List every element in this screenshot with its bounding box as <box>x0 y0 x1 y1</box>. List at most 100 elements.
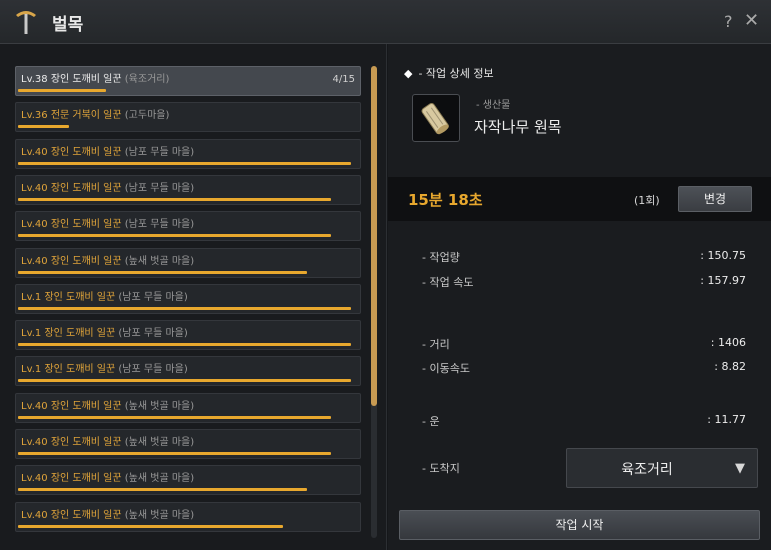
worker-label: Lv.36 전문 거북이 일꾼 (고두마을) <box>21 106 169 121</box>
progress-bar <box>18 416 331 419</box>
worker-level: Lv.40 <box>21 473 48 484</box>
worker-location: (높새 벗골 마을) <box>124 473 195 484</box>
worker-location: (남포 무들 마을) <box>118 328 188 339</box>
destination-label: - 도착지 <box>422 462 460 475</box>
worker-name: 장인 도깨비 일꾼 <box>50 147 122 158</box>
destination-value: 육조거리 <box>621 462 673 478</box>
worker-list-item[interactable]: Lv.40 장인 도깨비 일꾼 (남포 무들 마을) <box>15 139 361 169</box>
chevron-down-icon: ▼ <box>735 461 745 476</box>
worker-label: Lv.1 장인 도깨비 일꾼 (남포 무들 마을) <box>21 360 188 375</box>
worker-level: Lv.40 <box>21 219 48 230</box>
worker-name: 장인 도깨비 일꾼 <box>44 292 116 303</box>
worker-level: Lv.36 <box>21 110 48 121</box>
worker-list-item[interactable]: Lv.40 장인 도깨비 일꾼 (높새 벗골 마을) <box>15 465 361 495</box>
worker-list-item[interactable]: Lv.40 장인 도깨비 일꾼 (높새 벗골 마을) <box>15 429 361 459</box>
worker-label: Lv.1 장인 도깨비 일꾼 (남포 무들 마을) <box>21 288 188 303</box>
stat-label-work-speed: - 작업 속도 <box>422 276 474 289</box>
worker-level: Lv.40 <box>21 437 48 448</box>
worker-level: Lv.40 <box>21 183 48 194</box>
log-icon <box>412 94 460 142</box>
worker-list-item[interactable]: Lv.40 장인 도깨비 일꾼 (높새 벗골 마을) <box>15 502 361 532</box>
stat-value-workload: : 150.75 <box>700 249 746 262</box>
worker-list-item[interactable]: Lv.1 장인 도깨비 일꾼 (남포 무들 마을) <box>15 320 361 350</box>
worker-level: Lv.40 <box>21 401 48 412</box>
worker-level: Lv.38 <box>21 74 48 85</box>
help-button[interactable]: ? <box>724 12 733 31</box>
worker-level: Lv.1 <box>21 364 42 375</box>
repeat-count: (1회) <box>634 194 660 207</box>
worker-location: (높새 벗골 마을) <box>124 437 195 448</box>
title-bar: 벌목 ? ✕ <box>0 0 771 44</box>
worker-location: (높새 벗골 마을) <box>124 256 195 267</box>
work-time: 15분 18초 <box>408 191 483 209</box>
worker-location: (남포 무들 마을) <box>124 183 195 194</box>
worker-name: 장인 도깨비 일꾼 <box>50 510 122 521</box>
destination-dropdown[interactable]: 육조거리 ▼ <box>566 448 758 488</box>
change-button[interactable]: 변경 <box>678 186 752 212</box>
progress-bar <box>18 125 69 128</box>
scrollbar-thumb[interactable] <box>371 66 377 406</box>
worker-label: Lv.40 장인 도깨비 일꾼 (높새 벗골 마을) <box>21 469 194 484</box>
worker-name: 장인 도깨비 일꾼 <box>50 256 122 267</box>
worker-level: Lv.1 <box>21 328 42 339</box>
worker-list-item[interactable]: Lv.1 장인 도깨비 일꾼 (남포 무들 마을) <box>15 356 361 386</box>
progress-bar <box>18 234 331 237</box>
worker-level: Lv.40 <box>21 256 48 267</box>
worker-name: 장인 도깨비 일꾼 <box>44 364 116 375</box>
worker-list-item[interactable]: Lv.40 장인 도깨비 일꾼 (높새 벗골 마을) <box>15 248 361 278</box>
worker-list-item[interactable]: Lv.40 장인 도깨비 일꾼 (남포 무들 마을) <box>15 211 361 241</box>
pickaxe-icon <box>16 11 36 34</box>
worker-name: 장인 도깨비 일꾼 <box>50 219 122 230</box>
worker-label: Lv.40 장인 도깨비 일꾼 (높새 벗골 마을) <box>21 252 194 267</box>
progress-bar <box>18 452 331 455</box>
worker-location: (남포 무들 마을) <box>124 147 195 158</box>
scrollbar[interactable] <box>371 66 377 538</box>
worker-list-item[interactable]: Lv.40 장인 도깨비 일꾼 (남포 무들 마을) <box>15 175 361 205</box>
worker-label: Lv.40 장인 도깨비 일꾼 (남포 무들 마을) <box>21 215 194 230</box>
time-band: 15분 18초 (1회) 변경 <box>388 177 771 221</box>
worker-list-panel: Lv.38 장인 도깨비 일꾼 (육조거리) 4/15 Lv.36 전문 거북이 일… <box>0 44 387 550</box>
worker-list-item[interactable]: Lv.38 장인 도깨비 일꾼 (육조거리) 4/15 <box>15 66 361 96</box>
worker-location: (높새 벗골 마을) <box>124 510 195 521</box>
worker-level: Lv.1 <box>21 292 42 303</box>
worker-name: 장인 도깨비 일꾼 <box>50 74 122 85</box>
worker-level: Lv.40 <box>21 510 48 521</box>
product-sub-label: - 생산물 <box>476 100 511 111</box>
worker-label: Lv.40 장인 도깨비 일꾼 (남포 무들 마을) <box>21 143 194 158</box>
stat-label-workload: - 작업량 <box>422 251 460 264</box>
diamond-icon: ◆ <box>404 67 413 80</box>
worker-name: 장인 도깨비 일꾼 <box>50 437 122 448</box>
progress-bar <box>18 271 307 274</box>
progress-bar <box>18 525 284 528</box>
product-name: 자작나무 원목 <box>474 118 562 136</box>
worker-list-item[interactable]: Lv.36 전문 거북이 일꾼 (고두마을) <box>15 102 361 132</box>
section-title: - 작업 상세 정보 <box>418 67 494 80</box>
progress-bar <box>18 343 352 346</box>
stat-label-distance: - 거리 <box>422 338 450 351</box>
worker-location: (남포 무들 마을) <box>124 219 195 230</box>
worker-list-item[interactable]: Lv.1 장인 도깨비 일꾼 (남포 무들 마을) <box>15 284 361 314</box>
worker-location: (남포 무들 마을) <box>118 292 188 303</box>
progress-bar <box>18 198 331 201</box>
section-header: ◆ - 작업 상세 정보 <box>404 65 494 81</box>
worker-name: 장인 도깨비 일꾼 <box>50 183 122 194</box>
close-button[interactable]: ✕ <box>744 10 759 31</box>
worker-name: 전문 거북이 일꾼 <box>50 110 122 121</box>
worker-list-item[interactable]: Lv.40 장인 도깨비 일꾼 (높새 벗골 마을) <box>15 393 361 423</box>
worker-location: (남포 무들 마을) <box>118 364 188 375</box>
worker-location: (육조거리) <box>124 74 170 85</box>
window-title: 벌목 <box>52 15 84 35</box>
progress-bar <box>18 307 352 310</box>
progress-bar <box>18 89 107 92</box>
progress-bar <box>18 488 307 491</box>
worker-label: Lv.40 장인 도깨비 일꾼 (높새 벗골 마을) <box>21 506 194 521</box>
worker-label: Lv.1 장인 도깨비 일꾼 (남포 무들 마을) <box>21 324 188 339</box>
detail-panel: ◆ - 작업 상세 정보 - 생산물 자작나무 원목 15분 18초 (1회) 변… <box>388 44 771 550</box>
stat-label-move-speed: - 이동속도 <box>422 362 470 375</box>
worker-label: Lv.40 장인 도깨비 일꾼 (남포 무들 마을) <box>21 179 194 194</box>
worker-label: Lv.38 장인 도깨비 일꾼 (육조거리) <box>21 70 169 85</box>
worker-label: Lv.40 장인 도깨비 일꾼 (높새 벗골 마을) <box>21 397 194 412</box>
start-work-button[interactable]: 작업 시작 <box>399 510 760 540</box>
stat-label-luck: - 운 <box>422 415 440 428</box>
progress-bar <box>18 379 352 382</box>
